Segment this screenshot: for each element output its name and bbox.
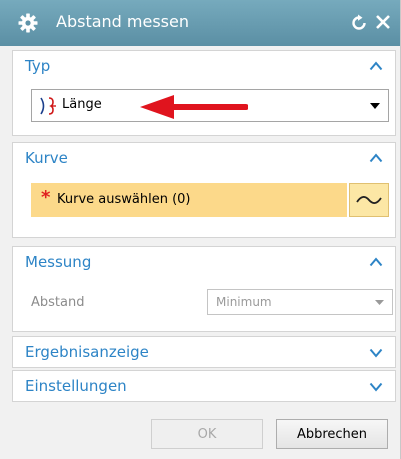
curve-icon <box>356 196 382 204</box>
measure-distance-dialog: Abstand messen Typ Länge Kurve * Kurve a… <box>0 0 401 459</box>
dialog-title: Abstand messen <box>56 12 189 31</box>
ok-button[interactable]: OK <box>151 419 263 449</box>
section-messung: Messung Abstand Minimum <box>12 246 396 332</box>
cancel-button[interactable]: Abbrechen <box>276 419 388 449</box>
dropdown-arrow-icon <box>370 103 380 109</box>
reset-icon[interactable] <box>350 14 368 32</box>
distance-dropdown-value: Minimum <box>216 295 272 309</box>
section-ergebnisanzeige[interactable]: Ergebnisanzeige <box>12 336 396 368</box>
dialog-footer: OK Abbrechen <box>0 402 400 459</box>
type-dropdown-value: Länge <box>62 97 102 112</box>
section-ergebnisanzeige-header[interactable]: Ergebnisanzeige <box>25 343 149 361</box>
select-curve-label: Kurve auswählen (0) <box>57 192 191 207</box>
section-kurve: Kurve * Kurve auswählen (0) <box>12 142 396 238</box>
chevron-up-icon[interactable] <box>369 153 383 163</box>
chevron-down-icon[interactable] <box>369 348 383 358</box>
close-icon[interactable] <box>375 14 391 30</box>
section-einstellungen[interactable]: Einstellungen <box>12 370 396 402</box>
chevron-up-icon[interactable] <box>369 257 383 267</box>
dropdown-arrow-icon <box>375 300 384 305</box>
required-marker: * <box>41 187 51 208</box>
curve-length-icon <box>40 97 56 115</box>
section-einstellungen-header[interactable]: Einstellungen <box>25 377 127 395</box>
title-bar[interactable]: Abstand messen <box>0 0 400 46</box>
section-typ-header[interactable]: Typ <box>25 57 50 75</box>
section-typ: Typ Länge <box>12 50 396 136</box>
distance-dropdown[interactable]: Minimum <box>207 289 393 315</box>
curve-select-button[interactable] <box>349 183 389 217</box>
select-curve-row[interactable]: * Kurve auswählen (0) <box>31 183 347 217</box>
chevron-up-icon[interactable] <box>369 61 383 71</box>
chevron-down-icon[interactable] <box>369 382 383 392</box>
gear-icon[interactable] <box>18 13 38 33</box>
distance-label: Abstand <box>31 295 85 310</box>
annotation-arrow <box>140 95 248 119</box>
section-messung-header[interactable]: Messung <box>25 253 91 271</box>
section-kurve-header[interactable]: Kurve <box>25 149 68 167</box>
